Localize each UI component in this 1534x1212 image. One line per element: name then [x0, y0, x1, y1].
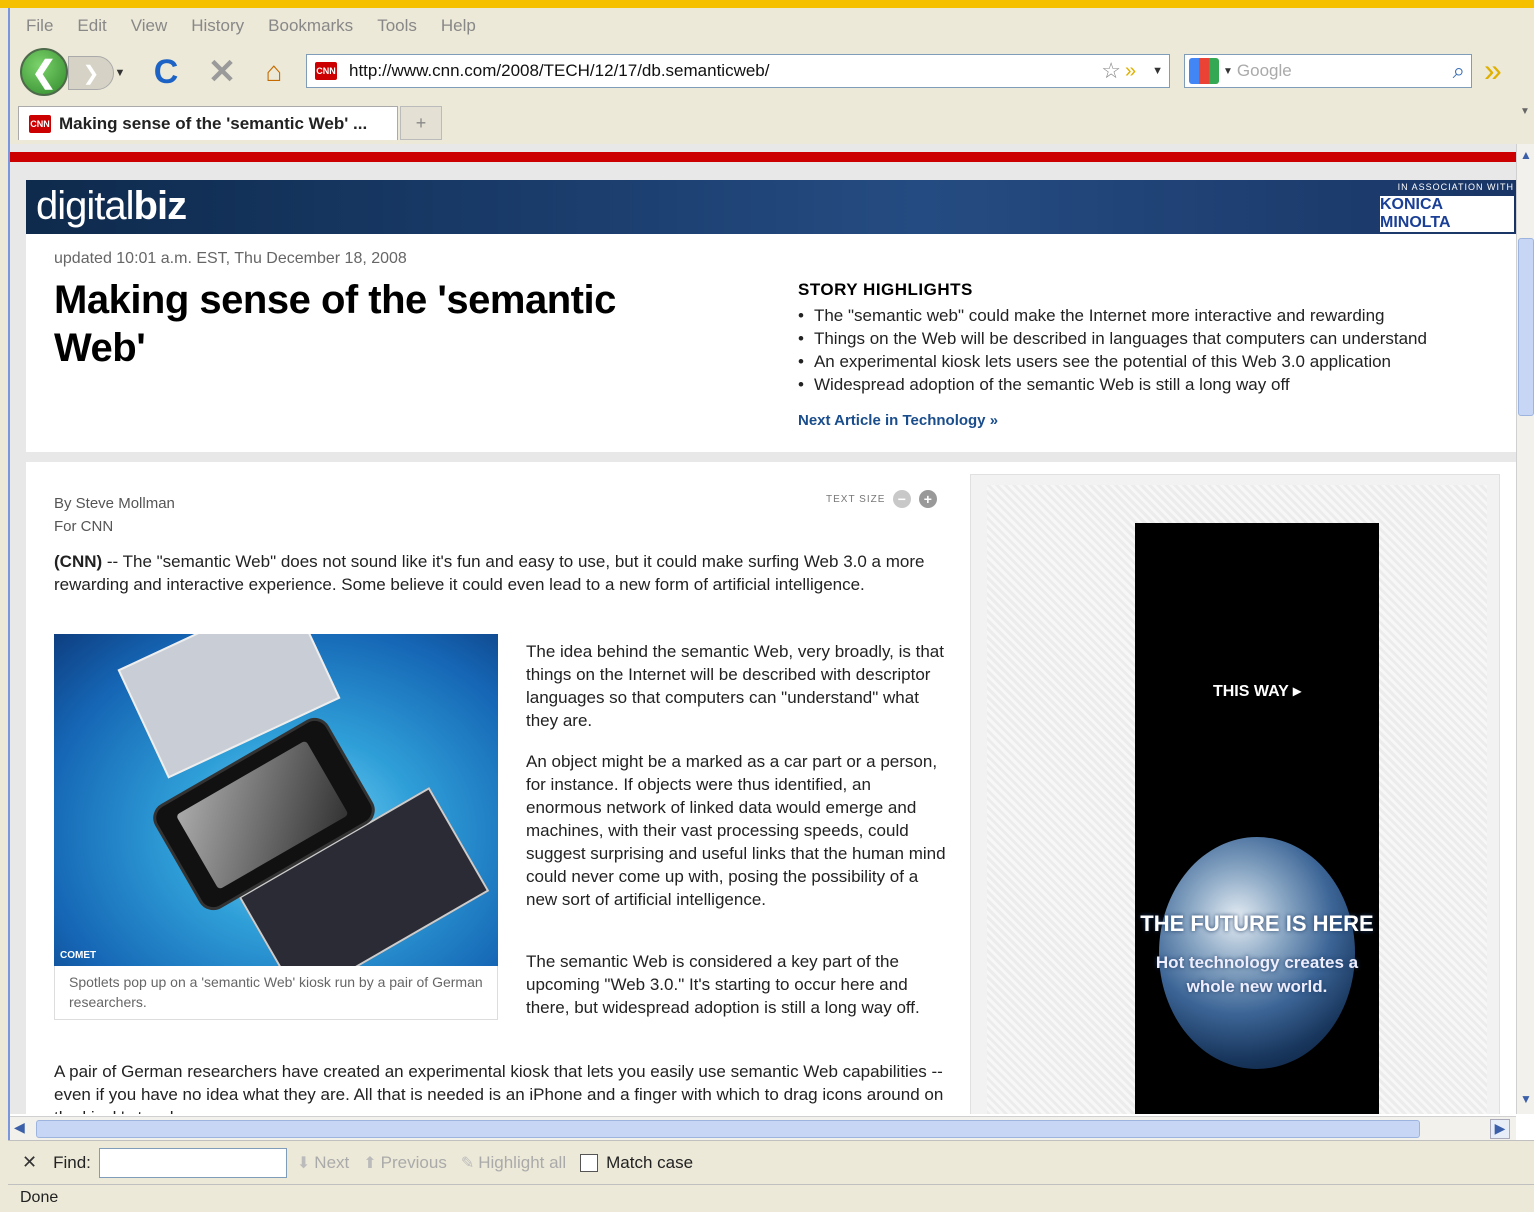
body-paragraph: A pair of German researchers have create… [54, 1062, 944, 1114]
scroll-left-icon[interactable]: ◀ [14, 1119, 25, 1136]
up-arrow-icon: ⬆ [363, 1154, 377, 1172]
updated-timestamp: updated 10:01 a.m. EST, Thu December 18,… [54, 250, 407, 267]
ad-this-way-link[interactable]: THIS WAY ▸ [1135, 681, 1379, 701]
toolbar-overflow-icon[interactable]: » [1484, 52, 1502, 89]
highlighter-icon: ✎ [460, 1154, 475, 1172]
highlight-item: Things on the Web will be described in l… [798, 327, 1427, 350]
horizontal-scroll-thumb[interactable] [36, 1120, 1420, 1138]
google-engine-icon[interactable] [1189, 58, 1219, 84]
tab-bar: CNN Making sense of the 'semantic Web' .… [14, 104, 1534, 142]
stop-button[interactable]: ✕ [202, 52, 242, 92]
reload-button[interactable]: C [146, 52, 186, 92]
url-dropdown-icon[interactable]: ▼ [1152, 65, 1163, 77]
tab-list-icon[interactable]: ▼ [1520, 106, 1534, 140]
go-arrow-icon[interactable]: » [1125, 60, 1136, 83]
ad-container: THIS WAY ▸ THE FUTURE IS HERE Hot techno… [970, 474, 1500, 1114]
next-article-link[interactable]: Next Article in Technology » [798, 412, 998, 429]
forward-button[interactable]: ❯ [68, 56, 114, 90]
find-label: Find: [53, 1152, 91, 1172]
address-bar[interactable]: CNN http://www.cnn.com/2008/TECH/12/17/d… [306, 54, 1170, 88]
highlight-item: The "semantic web" could make the Intern… [798, 304, 1427, 327]
cnn-red-rule [10, 152, 1516, 162]
back-icon: ❮ [31, 55, 57, 89]
window-left-border [0, 8, 10, 1212]
ad-subtext: Hot technology creates a whole new world… [1155, 953, 1359, 996]
text-smaller-button[interactable]: − [893, 490, 912, 508]
menu-view[interactable]: View [119, 16, 180, 36]
engine-dropdown-icon[interactable]: ▼ [1223, 66, 1233, 77]
forward-icon: ❯ [82, 62, 100, 85]
new-tab-button[interactable]: + [400, 106, 442, 140]
cnn-favicon-icon: CNN [315, 62, 337, 80]
down-arrow-icon: ⬇ [296, 1154, 311, 1172]
menu-file[interactable]: File [14, 16, 65, 36]
bookmark-star-icon[interactable]: ☆ [1101, 58, 1121, 84]
match-case-checkbox[interactable] [580, 1153, 599, 1172]
navigation-toolbar: ❯ ❮ ▼ C ✕ ⌂ CNN http://www.cnn.com/2008/… [14, 46, 1534, 98]
tab-title: Making sense of the 'semantic Web' ... [59, 113, 368, 133]
find-bar: ✕ Find: ⬇ Next ⬆ Previous ✎ Highlight all M… [8, 1140, 1534, 1184]
tab-active[interactable]: CNN Making sense of the 'semantic Web' .… [18, 106, 398, 140]
search-icon[interactable]: ⌕ [1453, 58, 1465, 84]
reload-icon: C [153, 52, 179, 91]
scroll-right-icon[interactable]: ▶ [1490, 1119, 1510, 1139]
menu-edit[interactable]: Edit [65, 16, 118, 36]
sponsor-logo[interactable]: KONICA MINOLTA [1380, 196, 1514, 232]
plus-icon: + [415, 112, 427, 133]
association-label: IN ASSOCIATION WITH [1397, 182, 1514, 192]
page-title: Making sense of the 'semantic Web' [54, 278, 616, 370]
find-close-icon[interactable]: ✕ [22, 1152, 37, 1173]
horizontal-scrollbar[interactable]: ◀ ▶ [10, 1116, 1516, 1140]
url-text[interactable]: http://www.cnn.com/2008/TECH/12/17/db.se… [349, 61, 1101, 81]
page-viewport: digitalbiz IN ASSOCIATION WITH KONICA MI… [10, 144, 1516, 1114]
highlight-item: An experimental kiosk lets users see the… [798, 350, 1427, 373]
highlight-item: Widespread adoption of the semantic Web … [798, 373, 1427, 396]
vertical-scrollbar[interactable]: ▲ ▼ [1516, 144, 1534, 1114]
menu-help[interactable]: Help [429, 16, 488, 36]
author-affiliation: For CNN [54, 518, 114, 535]
menu-history[interactable]: History [179, 16, 256, 36]
scroll-down-icon[interactable]: ▼ [1518, 1092, 1534, 1108]
scroll-up-icon[interactable]: ▲ [1518, 148, 1534, 164]
search-bar[interactable]: ▼ Google ⌕ [1184, 54, 1472, 88]
author: By Steve Mollman [54, 495, 175, 512]
intro-paragraph: (CNN) -- The "semantic Web" does not sou… [54, 552, 925, 594]
vertical-scroll-thumb[interactable] [1518, 238, 1534, 416]
story-highlights-title: STORY HIGHLIGHTS [798, 280, 973, 299]
menu-bookmarks[interactable]: Bookmarks [256, 16, 365, 36]
text-size-control: TEXT SIZE − + [826, 490, 938, 508]
text-larger-button[interactable]: + [919, 490, 938, 508]
text-size-label: TEXT SIZE [826, 493, 886, 505]
photo-credit: COMET [60, 950, 97, 961]
find-next-button[interactable]: ⬇ Next [297, 1153, 349, 1173]
find-input[interactable] [98, 1147, 287, 1178]
history-dropdown-icon[interactable]: ▼ [112, 58, 128, 88]
match-case-label[interactable]: Match case [606, 1153, 693, 1173]
article-header: updated 10:01 a.m. EST, Thu December 18,… [26, 234, 1516, 452]
digitalbiz-banner: digitalbiz IN ASSOCIATION WITH KONICA MI… [26, 180, 1516, 234]
photo-caption: Spotlets pop up on a 'semantic Web' kios… [54, 966, 498, 1020]
ad-headline: THE FUTURE IS HERE [1140, 911, 1374, 936]
article-photo[interactable]: COMET [54, 634, 498, 966]
status-bar: Done [8, 1184, 1534, 1212]
advertisement[interactable]: THIS WAY ▸ THE FUTURE IS HERE Hot techno… [1135, 523, 1379, 1114]
home-icon: ⌂ [265, 56, 283, 87]
menu-tools[interactable]: Tools [365, 16, 429, 36]
highlight-all-button[interactable]: ✎ Highlight all [461, 1153, 566, 1173]
tab-cnn-icon: CNN [29, 114, 51, 133]
find-previous-button[interactable]: ⬆ Previous [363, 1153, 447, 1173]
body-paragraph: The semantic Web is considered a key par… [526, 952, 920, 1017]
stop-icon: ✕ [207, 53, 237, 91]
body-paragraph: An object might be a marked as a car par… [526, 752, 946, 909]
menu-bar: File Edit View History Bookmarks Tools H… [14, 10, 488, 42]
home-button[interactable]: ⌂ [256, 54, 292, 90]
body-paragraph: The idea behind the semantic Web, very b… [526, 642, 944, 730]
search-input[interactable]: Google [1237, 61, 1453, 81]
digitalbiz-logo[interactable]: digitalbiz [36, 184, 187, 229]
story-highlights-list: The "semantic web" could make the Intern… [798, 304, 1427, 396]
byline: By Steve Mollman For CNN [54, 492, 175, 538]
back-button[interactable]: ❮ [20, 48, 68, 96]
window-top-border [0, 0, 1534, 8]
